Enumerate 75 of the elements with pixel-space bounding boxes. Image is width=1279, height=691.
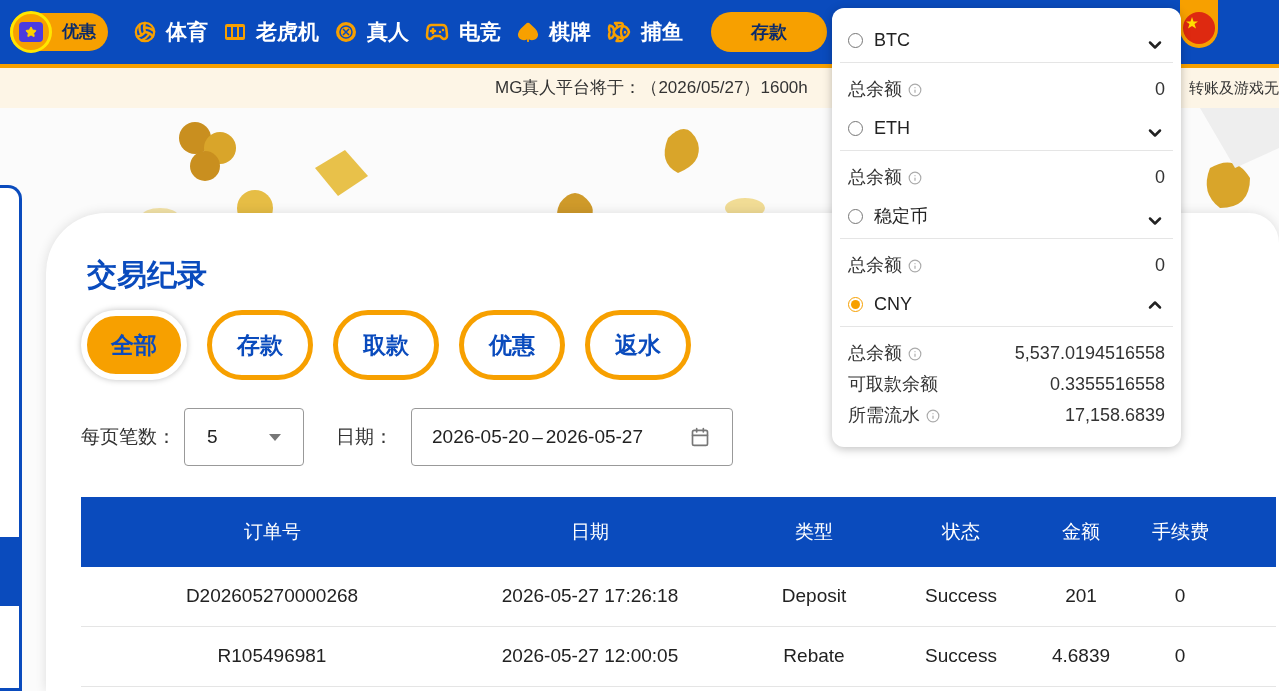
table-cell-text: 0	[1174, 584, 1186, 609]
nav-link[interactable]: 真人	[335, 16, 409, 48]
page-title: 交易纪录	[87, 257, 207, 293]
column-header: 金额	[1062, 519, 1100, 544]
currency-option[interactable]: ETH	[840, 107, 1173, 151]
table-cell-text: 201	[1065, 584, 1097, 609]
info-icon[interactable]	[908, 346, 922, 361]
slot-machine-icon	[224, 22, 246, 42]
filter-tab[interactable]: 优惠	[459, 310, 565, 380]
ball-icon	[134, 21, 156, 43]
start-date: 2026-05-20	[432, 424, 530, 449]
table-cell-text: Success	[925, 644, 997, 669]
deposit-button[interactable]: 存款	[711, 12, 827, 52]
language-tab[interactable]	[1180, 0, 1218, 48]
date-label: 日期：	[336, 424, 393, 449]
date-separator: –	[532, 424, 543, 449]
balance-label: 可取款余额	[848, 373, 938, 396]
table-cell-text: 0	[1174, 644, 1186, 669]
currency-name: 稳定币	[874, 205, 928, 228]
balance-value: 17,158.6839	[1064, 404, 1165, 427]
currency-name: CNY	[874, 293, 912, 316]
column-header: 手续费	[1151, 519, 1209, 544]
per-page-select[interactable]: 5	[184, 408, 304, 466]
currency-name: BTC	[874, 29, 910, 52]
balance-value: 0.3355516558	[1049, 373, 1165, 396]
table-cell-text: 2026-05-27 17:26:18	[501, 584, 679, 609]
nav-link[interactable]: 老虎机	[224, 16, 319, 48]
chip-icon	[335, 21, 357, 43]
ticket-icon	[10, 11, 52, 53]
promo-button[interactable]: 优惠	[10, 13, 108, 51]
info-icon[interactable]	[908, 82, 922, 97]
balance-label: 总余额	[848, 78, 902, 101]
caret-icon	[269, 433, 281, 441]
notice-text: 转账及游戏无	[1189, 77, 1279, 98]
spade-icon	[517, 21, 539, 43]
table-cell-text: R105496981	[217, 644, 327, 669]
per-page-label: 每页笔数：	[81, 424, 176, 449]
balance-value: 0	[1155, 78, 1165, 101]
table-cell-text: 4.6839	[1051, 644, 1111, 669]
balance-label: 总余额	[848, 342, 902, 365]
balance-value: 5,537.0194516558	[1014, 342, 1165, 365]
currency-option[interactable]: CNY	[840, 283, 1173, 327]
date-range-field[interactable]: 2026-05-20–2026-05-27	[411, 408, 733, 466]
filter-tab[interactable]: 取款	[333, 310, 439, 380]
table-cell-text: D202605270000268	[185, 584, 359, 609]
table-cell-text: Deposit	[781, 584, 847, 609]
currency-name: ETH	[874, 117, 910, 140]
table-cell-text: 2026-05-27 12:00:05	[501, 644, 679, 669]
end-date: 2026-05-27	[545, 424, 643, 449]
filter-tab[interactable]: 返水	[585, 310, 691, 380]
notice-text: MG真人平台将于：（2026/05/27）1600h	[495, 77, 808, 100]
info-icon[interactable]	[908, 258, 922, 273]
calendar-icon	[690, 427, 710, 447]
column-header: 订单号	[243, 519, 301, 544]
flag-icon	[1183, 12, 1215, 44]
column-header: 状态	[942, 519, 980, 544]
info-icon[interactable]	[926, 408, 940, 423]
nav-link[interactable]: 捕鱼	[607, 16, 683, 48]
balance-value: 0	[1155, 254, 1165, 277]
filter-tab[interactable]: 存款	[207, 310, 313, 380]
balance-label: 总余额	[848, 254, 902, 277]
fish-icon	[607, 20, 631, 44]
currency-option[interactable]: BTC	[840, 19, 1173, 63]
table-cell-text: Rebate	[783, 644, 845, 669]
nav-link[interactable]: 体育	[134, 16, 208, 48]
balance-label: 所需流水	[848, 404, 920, 427]
table-cell-text: Success	[925, 584, 997, 609]
balance-label: 总余额	[848, 166, 902, 189]
nav-link[interactable]: 电竞	[425, 16, 501, 48]
nav-link[interactable]: 棋牌	[517, 16, 591, 48]
balance-value: 0	[1155, 166, 1165, 189]
info-icon[interactable]	[908, 170, 922, 185]
column-header: 日期	[571, 519, 609, 544]
currency-option[interactable]: 稳定币	[840, 195, 1173, 239]
column-header: 类型	[795, 519, 833, 544]
